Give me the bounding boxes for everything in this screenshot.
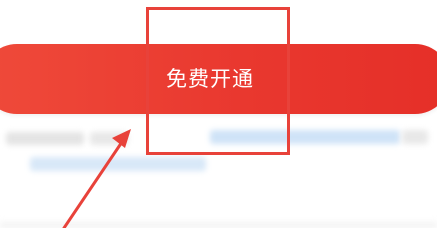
blurred-text-segment (402, 130, 428, 144)
blurred-text-segment (6, 132, 84, 145)
arrow-pointer-icon (62, 129, 131, 228)
free-activate-label: 免费开通 (166, 67, 254, 91)
bottom-fade (0, 218, 437, 228)
free-activate-button[interactable]: 免费开通 (0, 44, 437, 114)
screenshot-stage: 免费开通 (0, 0, 437, 228)
blurred-link-segment (210, 130, 400, 144)
blurred-text-segment (90, 132, 128, 145)
blurred-link-segment (30, 157, 206, 171)
